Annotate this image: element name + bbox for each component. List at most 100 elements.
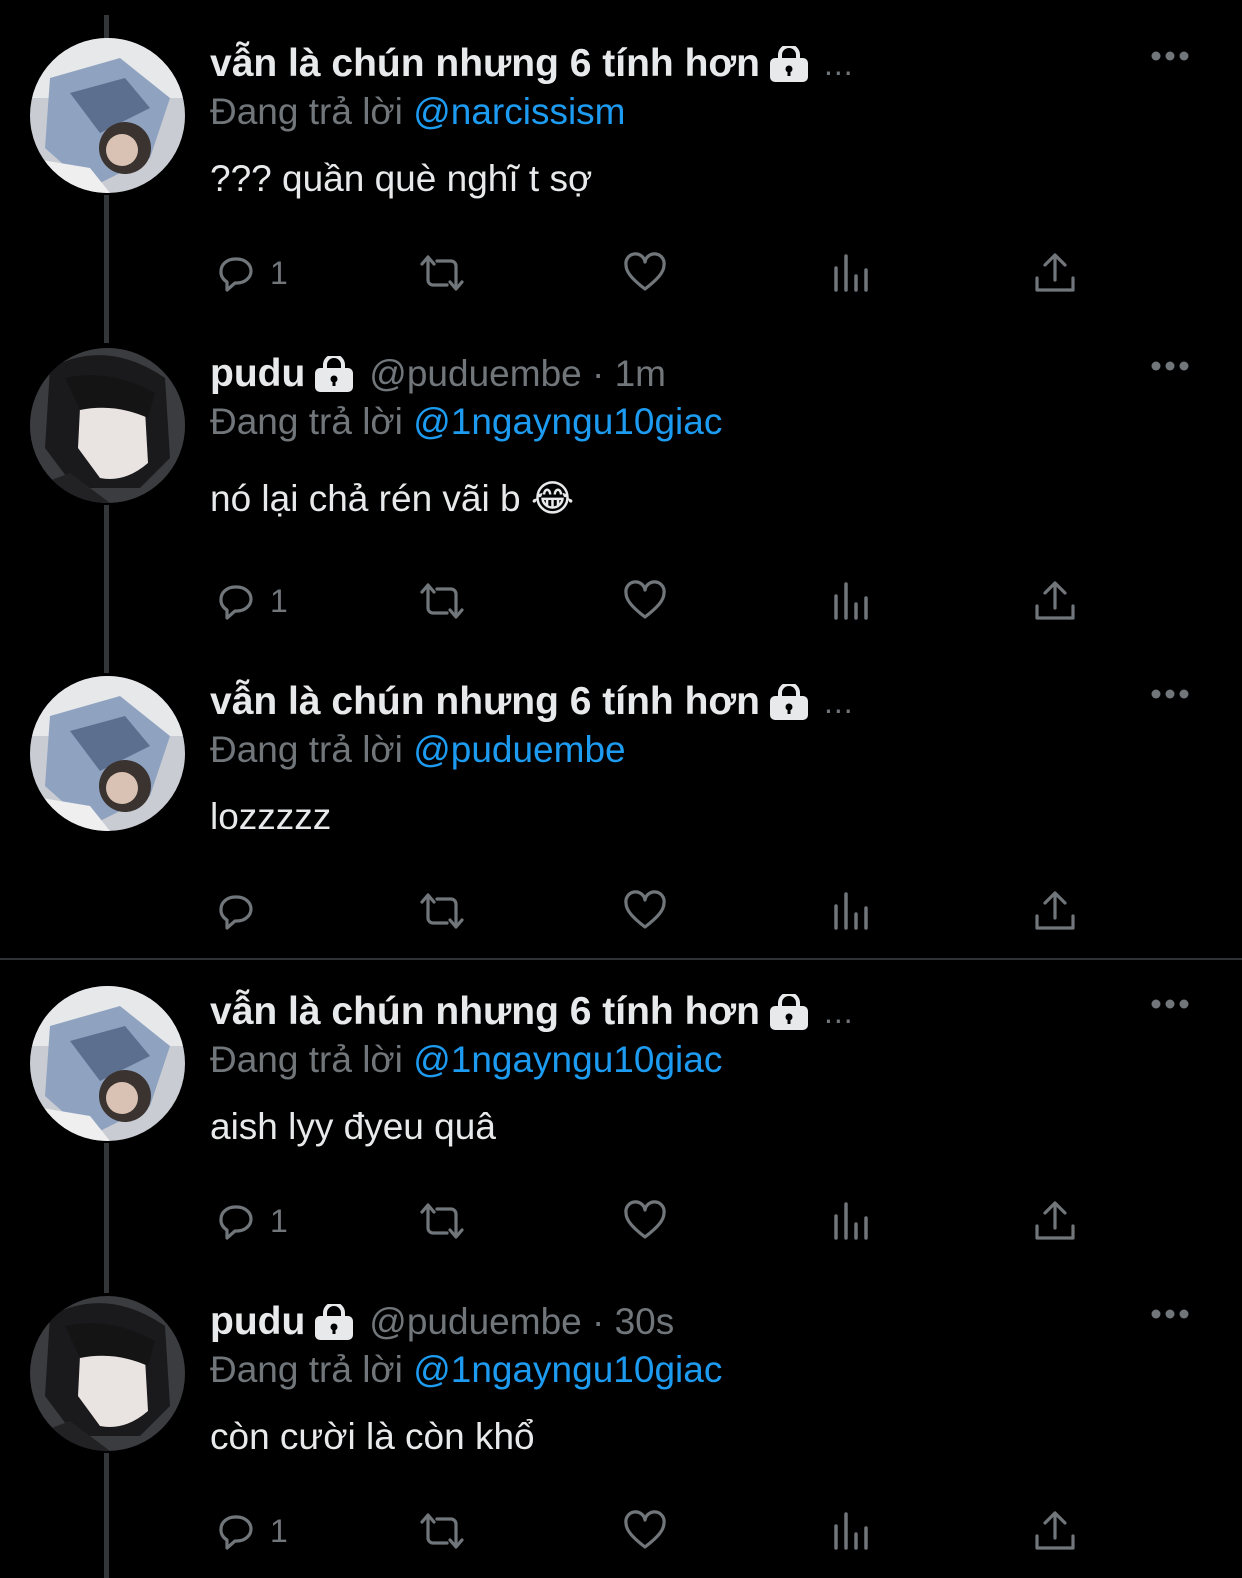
avatar[interactable]: [30, 986, 185, 1141]
reply-context: Đang trả lời @narcissism: [210, 88, 1242, 136]
display-name[interactable]: pudu: [210, 352, 305, 396]
tweet-text: nó lại chả rén vãi b 😂: [210, 478, 575, 519]
retweet-button[interactable]: [414, 248, 470, 298]
lock-icon: [313, 354, 355, 392]
share-button[interactable]: [1032, 248, 1078, 298]
reply-icon: [219, 1205, 253, 1240]
like-button[interactable]: [622, 1196, 668, 1246]
retweet-icon: [420, 583, 464, 619]
share-button[interactable]: [1032, 1506, 1078, 1556]
retweet-button[interactable]: [414, 1506, 470, 1556]
tweet[interactable]: vẫn là chún nhưng 6 tính hơn ... Đang tr…: [0, 676, 1242, 946]
share-button[interactable]: [1032, 886, 1078, 936]
reply-button[interactable]: 1: [212, 248, 288, 298]
more-icon[interactable]: [1150, 360, 1190, 372]
share-button[interactable]: [1032, 576, 1078, 626]
views-button[interactable]: [828, 886, 874, 936]
reply-button[interactable]: 1: [212, 1506, 288, 1556]
reply-prefix: Đang trả lời: [210, 729, 403, 770]
reply-mention-link[interactable]: @puduembe: [413, 729, 625, 770]
display-name[interactable]: vẫn là chún nhưng 6 tính hơn: [210, 42, 760, 86]
action-bar: [212, 886, 1112, 936]
share-icon: [1035, 1511, 1075, 1550]
like-button[interactable]: [622, 248, 668, 298]
action-bar: 1: [212, 248, 1112, 298]
handle-meta: ...: [823, 683, 854, 720]
reply-mention-link[interactable]: @1ngayngu10giac: [413, 401, 722, 442]
retweet-icon: [420, 255, 464, 291]
tweet-text: ??? quần què nghĩ t sợ: [210, 158, 593, 199]
reply-prefix: Đang trả lời: [210, 401, 403, 442]
display-name[interactable]: vẫn là chún nhưng 6 tính hơn: [210, 680, 760, 724]
retweet-icon: [420, 1513, 464, 1549]
avatar-image: [30, 986, 185, 1141]
like-icon: [624, 1200, 666, 1239]
more-icon[interactable]: [1150, 998, 1190, 1010]
more-icon[interactable]: [1150, 50, 1190, 62]
like-button[interactable]: [622, 576, 668, 626]
tweet-text: còn cười là còn khổ: [210, 1416, 535, 1457]
views-icon: [834, 892, 868, 930]
retweet-button[interactable]: [414, 886, 470, 936]
like-icon: [624, 252, 666, 291]
reply-button[interactable]: 1: [212, 576, 288, 626]
avatar-image: [30, 348, 185, 503]
lock-icon: [768, 992, 810, 1030]
more-icon[interactable]: [1150, 688, 1190, 700]
lock-icon: [313, 1302, 355, 1340]
views-icon: [834, 254, 868, 292]
avatar[interactable]: [30, 348, 185, 503]
display-name[interactable]: vẫn là chún nhưng 6 tính hơn: [210, 990, 760, 1034]
avatar[interactable]: [30, 38, 185, 193]
reply-button[interactable]: 1: [212, 1196, 288, 1246]
more-icon[interactable]: [1150, 1308, 1190, 1320]
reply-icon: [219, 1515, 253, 1550]
avatar[interactable]: [30, 1296, 185, 1451]
reply-prefix: Đang trả lời: [210, 1349, 403, 1390]
handle-meta: @puduembe · 1m: [369, 353, 667, 394]
reply-mention-link[interactable]: @1ngayngu10giac: [413, 1039, 722, 1080]
reply-button[interactable]: [212, 886, 270, 936]
like-button[interactable]: [622, 886, 668, 936]
action-bar: 1: [212, 1506, 1112, 1556]
views-button[interactable]: [828, 576, 874, 626]
tweet-text: aish lyy đyeu quâ: [210, 1106, 496, 1147]
like-icon: [624, 890, 666, 929]
views-button[interactable]: [828, 1506, 874, 1556]
lock-icon: [768, 44, 810, 82]
views-icon: [834, 1512, 868, 1550]
retweet-icon: [420, 1203, 464, 1239]
conversation-divider: [0, 958, 1242, 960]
thread-line: [104, 15, 109, 40]
tweet[interactable]: pudu @puduembe · 1m Đang trả lời @1ngayn…: [0, 348, 1242, 638]
reply-count: 1: [270, 1202, 288, 1239]
tweet[interactable]: pudu @puduembe · 30s Đang trả lời @1ngay…: [0, 1296, 1242, 1578]
share-button[interactable]: [1032, 1196, 1078, 1246]
reply-context: Đang trả lời @1ngayngu10giac: [210, 1036, 1242, 1084]
reply-icon: [219, 585, 253, 620]
reply-icon: [219, 895, 253, 930]
handle-meta: @puduembe · 30s: [369, 1301, 675, 1342]
reply-icon: [219, 257, 253, 292]
share-icon: [1035, 1201, 1075, 1240]
views-button[interactable]: [828, 248, 874, 298]
reply-count: 1: [270, 254, 288, 291]
avatar[interactable]: [30, 676, 185, 831]
action-bar: 1: [212, 576, 1112, 626]
avatar-image: [30, 38, 185, 193]
display-name[interactable]: pudu: [210, 1300, 305, 1344]
views-icon: [834, 582, 868, 620]
avatar-image: [30, 676, 185, 831]
retweet-button[interactable]: [414, 576, 470, 626]
retweet-button[interactable]: [414, 1196, 470, 1246]
reply-mention-link[interactable]: @1ngayngu10giac: [413, 1349, 722, 1390]
like-button[interactable]: [622, 1506, 668, 1556]
tweet[interactable]: vẫn là chún nhưng 6 tính hơn ... Đang tr…: [0, 986, 1242, 1276]
handle-meta: ...: [823, 45, 854, 82]
reply-context: Đang trả lời @puduembe: [210, 726, 1242, 774]
reply-mention-link[interactable]: @narcissism: [413, 91, 625, 132]
retweet-icon: [420, 893, 464, 929]
tweet[interactable]: vẫn là chún nhưng 6 tính hơn ... Đang tr…: [0, 38, 1242, 328]
views-button[interactable]: [828, 1196, 874, 1246]
lock-icon: [768, 682, 810, 720]
